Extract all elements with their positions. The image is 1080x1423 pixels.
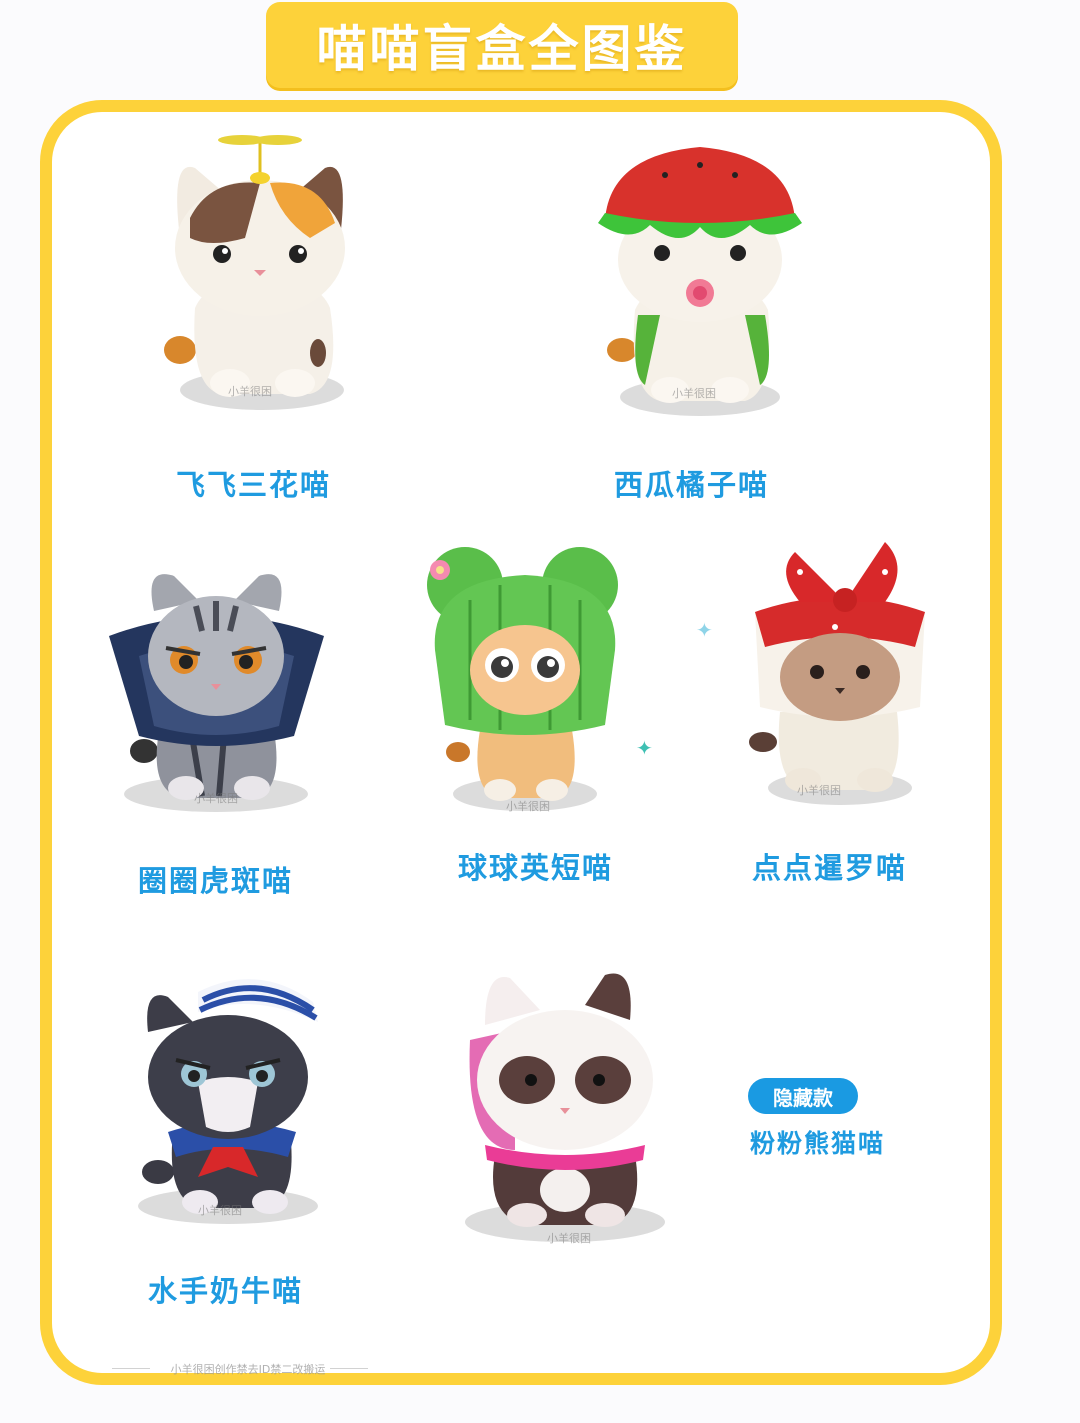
panda-hood-cat-icon bbox=[465, 973, 665, 1242]
watermark: 小羊很困 bbox=[198, 1204, 242, 1217]
siamese-bow-cat-icon bbox=[749, 542, 925, 805]
page-title: 喵喵盲盒全图鉴 bbox=[316, 20, 688, 78]
figure-card: 小羊很困 bbox=[150, 128, 370, 418]
figure-name: 点点暹罗喵 bbox=[752, 851, 908, 885]
sparkle-icon: ✦ bbox=[696, 618, 713, 642]
cactus-hat-cat-icon bbox=[427, 547, 618, 811]
calico-cat-propeller-icon bbox=[164, 135, 345, 410]
figure-name: 西瓜橘子喵 bbox=[614, 468, 770, 502]
figure-name: 水手奶牛喵 bbox=[148, 1274, 304, 1308]
figure-card: 小羊很困 bbox=[455, 960, 685, 1250]
watermark: 小羊很困 bbox=[672, 387, 716, 400]
hidden-edition-badge: 隐藏款 bbox=[748, 1078, 858, 1114]
watermark: 小羊很困 bbox=[506, 800, 550, 813]
figure-name: 飞飞三花喵 bbox=[176, 468, 332, 502]
watermark: 小羊很困 bbox=[228, 385, 272, 398]
sparkle-icon: ✦ bbox=[636, 736, 653, 760]
watermark: 小羊很困 bbox=[547, 1232, 591, 1245]
watermark: 小羊很困 bbox=[797, 784, 841, 797]
footer-note: 小羊很困创作禁去ID禁二改搬运 bbox=[170, 1363, 326, 1376]
figure-name: 球球英短喵 bbox=[458, 851, 614, 885]
figure-card: 小羊很困 bbox=[410, 540, 640, 820]
watermelon-hat-cat-icon bbox=[598, 147, 802, 416]
figure-card: 小羊很困 bbox=[104, 556, 334, 816]
tabby-cone-cat-icon bbox=[109, 574, 324, 812]
figure-name: 圈圈虎斑喵 bbox=[138, 864, 294, 898]
title-banner: 喵喵盲盒全图鉴 bbox=[266, 2, 738, 88]
figure-card: 小羊很困 bbox=[128, 962, 348, 1232]
figure-card: 小羊很困 bbox=[735, 532, 945, 812]
watermark: 小羊很困 bbox=[194, 792, 238, 805]
sailor-tuxedo-cat-icon bbox=[138, 979, 318, 1224]
figure-name: 粉粉熊猫喵 bbox=[750, 1129, 886, 1158]
figure-card: 小羊很困 bbox=[590, 135, 810, 425]
